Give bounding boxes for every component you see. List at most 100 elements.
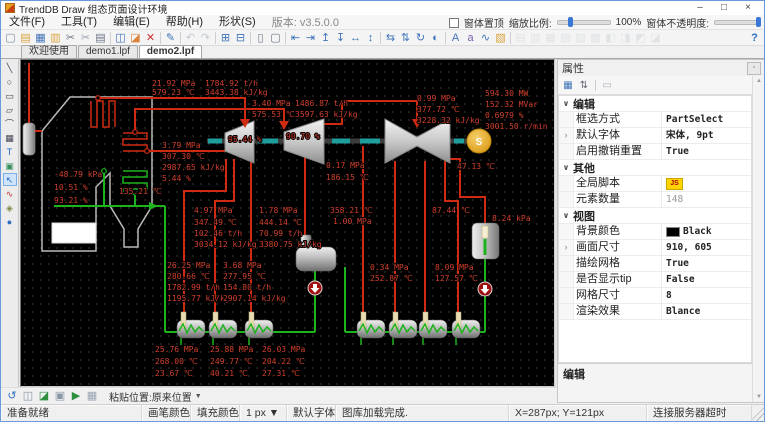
topmost-checkbox[interactable]	[449, 18, 459, 28]
schematic-label[interactable]: 0.6979 %	[485, 111, 524, 120]
page-setup-icon[interactable]: ▦	[84, 389, 100, 403]
curve-icon[interactable]: ∿	[478, 31, 493, 45]
tab-welcome[interactable]: 欢迎使用	[21, 45, 77, 58]
center-vertical-icon[interactable]: ↕	[363, 31, 378, 45]
select-tool[interactable]: ↖	[3, 173, 17, 186]
property-pages-icon[interactable]: ▭	[600, 79, 614, 92]
fill-pattern-icon[interactable]: ▧	[493, 31, 508, 45]
feedwater-heater[interactable]	[419, 312, 447, 345]
condenser[interactable]	[472, 223, 499, 259]
save-all-icon[interactable]: ▥	[48, 31, 63, 45]
property-row[interactable]: 启用撤销重置True	[559, 144, 751, 160]
schematic-label[interactable]: 135.21 ℃	[119, 187, 162, 196]
schematic-label[interactable]: 575.53 ℃	[252, 110, 295, 119]
open-file-icon[interactable]: ▤	[18, 31, 33, 45]
schematic-label[interactable]: 307.30 ℃	[162, 152, 205, 161]
expander-icon[interactable]: ›	[559, 128, 574, 143]
schematic-label[interactable]: 40.21 ℃	[210, 369, 248, 378]
rectangle-tool[interactable]: ▭	[3, 89, 17, 102]
font-size-icon[interactable]: a	[463, 31, 478, 45]
schematic-label[interactable]: 0.34 MPa	[370, 263, 409, 272]
import-page-icon[interactable]: ◪	[36, 389, 52, 403]
ip-turbine[interactable]	[284, 119, 324, 164]
property-row[interactable]: ›画面尺寸910, 605	[559, 240, 751, 256]
select-rect-icon[interactable]: ▯	[253, 31, 268, 45]
property-value[interactable]: Black	[662, 224, 751, 239]
property-row[interactable]: ›默认字体宋体, 9pt	[559, 128, 751, 144]
stroke-width[interactable]: 1 px ▼	[240, 405, 287, 421]
paste-icon[interactable]: ◫	[113, 31, 128, 45]
property-row[interactable]: 元素数量148	[559, 192, 751, 208]
schematic-label[interactable]: -48.79 kPa	[54, 170, 102, 179]
property-value[interactable]: JS	[662, 176, 751, 191]
schematic-label[interactable]: 102.46 t/h	[194, 229, 242, 238]
same-width-icon[interactable]: ⇆	[383, 31, 398, 45]
schematic-label[interactable]: 579.23 ℃	[152, 88, 195, 97]
sync-icon[interactable]: ↺	[4, 389, 20, 403]
feedwater-heater[interactable]	[357, 312, 385, 345]
schematic-label[interactable]: 2987.65 kJ/kg	[162, 163, 225, 172]
schematic-label[interactable]: 358.21 ℃	[330, 206, 373, 215]
schematic-label[interactable]: 377.72 ℃	[417, 105, 460, 114]
ellipse-tool[interactable]: ○	[3, 75, 17, 88]
schematic-label[interactable]: 26.25 MPa	[167, 261, 211, 270]
feedwater-heater[interactable]	[177, 312, 205, 345]
property-row[interactable]: 背景颜色Black	[559, 224, 751, 240]
table-tool[interactable]: ▦	[3, 131, 17, 144]
pen-color[interactable]: 画笔颜色	[142, 405, 191, 421]
schematic-label[interactable]: 47.13 ℃	[457, 162, 495, 171]
polygon-tool[interactable]: ▱	[3, 103, 17, 116]
opacity-slider[interactable]	[714, 20, 760, 25]
feedwater-heater[interactable]	[209, 312, 237, 345]
center-horizontal-icon[interactable]: ↔	[348, 31, 363, 45]
paste-position-dropdown[interactable]: 粘贴位置:原来位置 ▼	[106, 390, 205, 403]
schematic-label[interactable]: 21.92 MPa	[152, 79, 196, 88]
schematic-label[interactable]: 8.09 MPa	[435, 263, 474, 272]
sphere-tool[interactable]: ●	[3, 215, 17, 228]
menu-item[interactable]: 工具(T)	[53, 15, 105, 30]
zoom-out-icon[interactable]: ⊟	[233, 31, 248, 45]
schematic-label[interactable]: 3228.32 kJ/kg	[417, 116, 480, 125]
categorized-icon[interactable]: ▦	[561, 79, 575, 92]
schematic-label[interactable]: 268.00 ℃	[155, 357, 198, 366]
schematic-label[interactable]: 26.03 MPa	[262, 345, 306, 354]
panel-scrollbar[interactable]: ▲▼	[752, 76, 765, 402]
save-icon[interactable]: ▦	[33, 31, 48, 45]
expander-icon[interactable]: ›	[559, 240, 574, 255]
schematic-label[interactable]: 23.67 ℃	[155, 369, 193, 378]
cut-icon[interactable]: ✂	[63, 31, 78, 45]
schematic-label[interactable]: 3.68 MPa	[223, 261, 262, 270]
property-value[interactable]: True	[662, 256, 751, 271]
schematic-label[interactable]: 3.40 MPa	[252, 99, 291, 108]
property-group-header[interactable]: ∨编辑	[559, 96, 751, 112]
menu-item[interactable]: 形状(S)	[211, 15, 264, 30]
schematic-label[interactable]: 8.24 kPa	[492, 214, 531, 223]
schematic-label[interactable]: 5.44 %	[162, 174, 191, 183]
schematic-label[interactable]: 444.14 ℃	[259, 218, 302, 227]
format-brush-icon[interactable]: ✎	[163, 31, 178, 45]
arc-tool[interactable]: ⌒	[3, 117, 17, 130]
schematic-label[interactable]: 25.76 MPa	[155, 345, 199, 354]
schematic-label[interactable]: 3443.38 kJ/kg	[205, 88, 268, 97]
schematic-label[interactable]: 25.88 MPa	[210, 345, 254, 354]
schematic-label[interactable]: 1.78 MPa	[259, 206, 298, 215]
trend-tool[interactable]: ∿	[3, 187, 17, 200]
schematic-label[interactable]: 3001.50 r/min	[485, 122, 548, 131]
design-canvas[interactable]: S	[20, 59, 555, 387]
alphabetical-icon[interactable]: ⇅	[577, 79, 591, 92]
schematic-label[interactable]: 204.22 ℃	[262, 357, 305, 366]
property-row[interactable]: 描绘网格True	[559, 256, 751, 272]
property-row[interactable]: 网格尺寸8	[559, 288, 751, 304]
image-tool[interactable]: ▣	[3, 159, 17, 172]
schematic-label[interactable]: 252.87 ℃	[370, 274, 413, 283]
schematic-label[interactable]: 10.51 %	[54, 183, 88, 192]
schematic-label[interactable]: 4.97 MPa	[194, 206, 233, 215]
schematic-label[interactable]: 280.66 ℃	[167, 272, 210, 281]
schematic-label[interactable]: 1782.99 t/h	[167, 283, 220, 292]
text-tool[interactable]: T	[3, 145, 17, 158]
property-row[interactable]: 框选方式PartSelect	[559, 112, 751, 128]
property-value[interactable]: Blance	[662, 304, 751, 319]
rotate-icon[interactable]: ↻	[413, 31, 428, 45]
align-left-icon[interactable]: ⇤	[288, 31, 303, 45]
resize-grip[interactable]	[752, 405, 764, 421]
